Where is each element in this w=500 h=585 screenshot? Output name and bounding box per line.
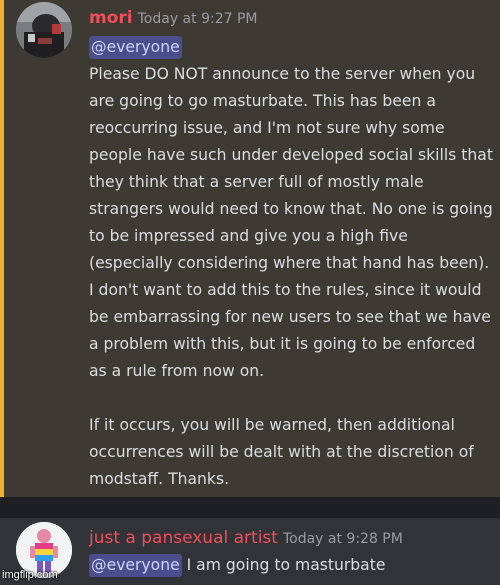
avatar[interactable]	[16, 2, 72, 58]
avatar-image-icon	[16, 2, 72, 58]
message-pansexual-artist: just a pansexual artist Today at 9:28 PM …	[0, 518, 500, 585]
message-content: @everyone Please DO NOT announce to the …	[89, 34, 494, 493]
message-paragraph: If it occurs, you will be warned, then a…	[89, 416, 474, 488]
message-divider	[0, 497, 500, 518]
author-name[interactable]: just a pansexual artist	[89, 528, 278, 548]
watermark: imgflip.com	[2, 569, 58, 581]
message-header: mori Today at 9:27 PM	[89, 8, 257, 28]
message-content: @everyone I am going to masturbate	[89, 552, 385, 579]
message-paragraph: Please DO NOT announce to the server whe…	[89, 65, 493, 380]
everyone-mention[interactable]: @everyone	[89, 36, 182, 59]
message-header: just a pansexual artist Today at 9:28 PM	[89, 528, 403, 548]
timestamp: Today at 9:27 PM	[137, 11, 258, 27]
timestamp: Today at 9:28 PM	[282, 531, 403, 547]
mention-highlight-bar	[0, 0, 4, 497]
message-mori: mori Today at 9:27 PM @everyone Please DO…	[0, 0, 500, 497]
message-text: I am going to masturbate	[181, 556, 386, 574]
author-name[interactable]: mori	[89, 8, 133, 28]
everyone-mention[interactable]: @everyone	[89, 554, 182, 577]
